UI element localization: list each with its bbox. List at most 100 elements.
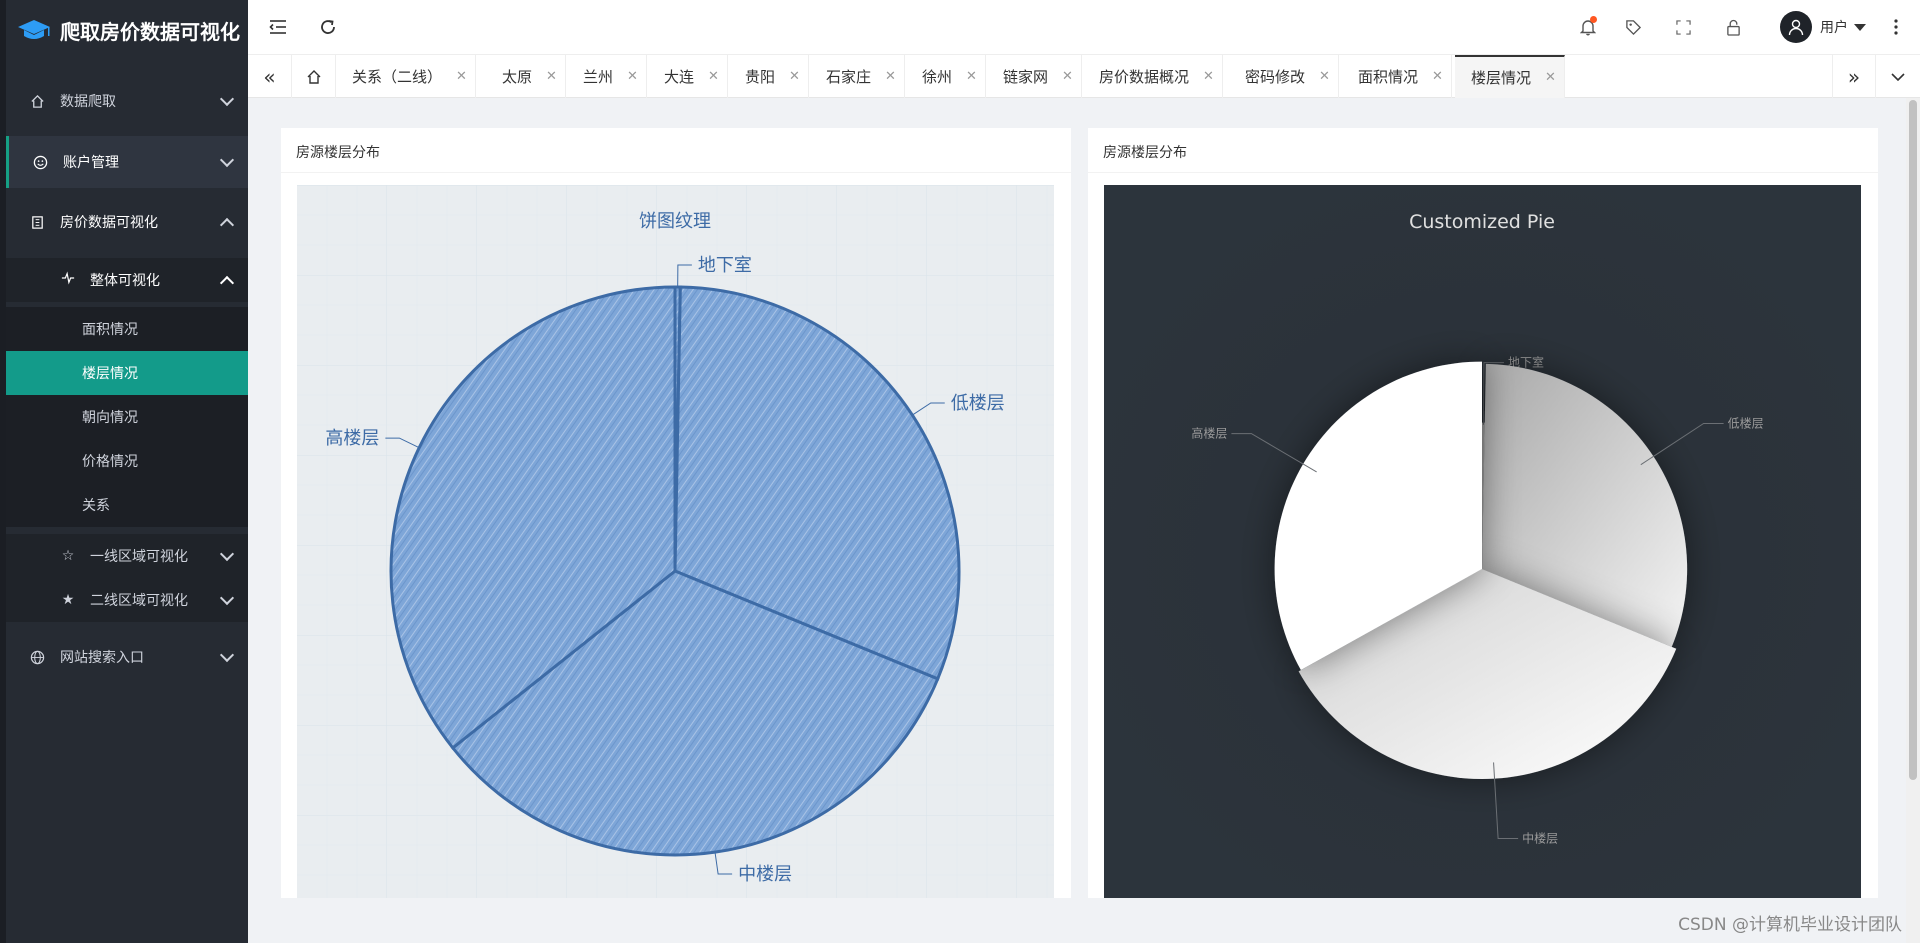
- close-icon[interactable]: ✕: [1203, 69, 1214, 84]
- menu-fold-icon[interactable]: [263, 12, 293, 42]
- watermark: CSDN @计算机毕业设计团队: [1678, 915, 1902, 935]
- card-divider: [281, 172, 1071, 173]
- tab-label: 贵阳: [745, 68, 776, 86]
- tab-item[interactable]: 房价数据概况 ✕: [1083, 55, 1223, 98]
- sidebar-subitem-price[interactable]: 价格情况: [6, 439, 248, 483]
- tab-item-current[interactable]: 楼层情况 ✕: [1455, 55, 1565, 98]
- refresh-icon[interactable]: [313, 12, 343, 42]
- card-divider: [1088, 172, 1878, 173]
- tab-scroll-left-icon[interactable]: «: [248, 55, 292, 98]
- smile-icon: [31, 153, 49, 171]
- close-icon[interactable]: ✕: [885, 69, 896, 84]
- tab-label: 链家网: [1003, 68, 1049, 86]
- tab-item[interactable]: 贵阳 ✕: [729, 55, 809, 98]
- more-vertical-icon[interactable]: [1876, 19, 1916, 35]
- sidebar-group-tier2[interactable]: ★ 二线区域可视化: [6, 578, 248, 622]
- user-menu[interactable]: 用户: [1780, 11, 1866, 43]
- chevron-down-icon: [219, 91, 235, 107]
- tab-label: 太原: [502, 68, 533, 86]
- fullscreen-icon[interactable]: [1658, 19, 1708, 35]
- chart-area: Customized Pie 地下室 低楼层 中楼层 高楼层: [1104, 185, 1861, 898]
- chevron-up-icon: [219, 217, 235, 233]
- tab-label: 密码修改: [1245, 68, 1306, 86]
- close-icon[interactable]: ✕: [1432, 69, 1443, 84]
- sidebar-item-account[interactable]: 账户管理: [6, 136, 248, 188]
- top-header: 用户: [248, 0, 1920, 54]
- close-icon[interactable]: ✕: [456, 69, 467, 84]
- lock-icon[interactable]: [1708, 19, 1758, 36]
- chart-title: 饼图纹理: [639, 211, 711, 232]
- tab-item[interactable]: 面积情况 ✕: [1342, 55, 1452, 98]
- user-name: 用户: [1820, 20, 1848, 36]
- chevron-down-icon: [219, 647, 235, 663]
- card-title: 房源楼层分布: [296, 145, 380, 161]
- sidebar-group-overall[interactable]: 整体可视化: [6, 258, 248, 302]
- close-icon[interactable]: ✕: [546, 69, 557, 84]
- notification-dot: [1590, 16, 1597, 23]
- scrollbar-thumb[interactable]: [1909, 100, 1917, 780]
- tab-item[interactable]: 徐州 ✕: [906, 55, 986, 98]
- pulse-icon: [60, 271, 76, 289]
- sidebar-subitem-label: 价格情况: [82, 454, 138, 470]
- sidebar-subitem-label: 楼层情况: [82, 366, 138, 382]
- chart-area: 饼图纹理 地下室 低楼层 中楼层 高楼层: [297, 185, 1054, 898]
- sidebar-subitem-orientation[interactable]: 朝向情况: [6, 395, 248, 439]
- tab-bar: « 关系（二线） ✕ 太原 ✕ 兰州 ✕ 大连 ✕ 贵阳 ✕ 石家庄 ✕ 徐州 ✕ 链家网 ✕ …: [248, 54, 1920, 98]
- close-icon[interactable]: ✕: [1545, 70, 1556, 85]
- tab-item[interactable]: 太原 ✕: [486, 55, 566, 98]
- slice-label: 高楼层: [1191, 426, 1227, 441]
- tab-item[interactable]: 大连 ✕: [648, 55, 728, 98]
- tab-label: 面积情况: [1358, 68, 1419, 86]
- tab-scroll-right-icon[interactable]: »: [1832, 55, 1876, 98]
- sidebar-item-site-search[interactable]: 网站搜索入口: [6, 631, 248, 683]
- sidebar-subitem-label: 朝向情况: [82, 410, 138, 426]
- tab-label: 兰州: [583, 68, 614, 86]
- tab-item[interactable]: 关系（二线） ✕: [336, 55, 476, 98]
- bell-icon[interactable]: [1568, 16, 1608, 36]
- home-icon: [28, 92, 46, 110]
- caret-down-icon: [1854, 23, 1866, 31]
- home-tab-icon[interactable]: [292, 55, 336, 98]
- chevron-down-icon: [219, 546, 235, 562]
- building-icon: [28, 213, 46, 231]
- tab-item[interactable]: 链家网 ✕: [987, 55, 1082, 98]
- sidebar-group-label: 一线区域可视化: [90, 549, 188, 565]
- chevron-up-icon: [219, 275, 235, 291]
- sidebar-item-label: 网站搜索入口: [60, 650, 144, 666]
- page-scrollbar[interactable]: [1906, 98, 1920, 943]
- sidebar-group-tier1[interactable]: ☆ 一线区域可视化: [6, 534, 248, 578]
- pie-chart-textured: 饼图纹理地下室低楼层中楼层 高楼层: [297, 185, 1054, 898]
- tab-item[interactable]: 密码修改 ✕: [1229, 55, 1339, 98]
- tag-icon[interactable]: [1608, 19, 1658, 36]
- app-logo[interactable]: 爬取房价数据可视化: [16, 10, 240, 50]
- sidebar-item-house-viz[interactable]: 房价数据可视化: [6, 196, 248, 248]
- chevron-down-icon: [219, 152, 235, 168]
- slice-label: 地下室: [698, 255, 752, 276]
- app-title: 爬取房价数据可视化: [60, 19, 240, 44]
- sidebar-subitem-relation[interactable]: 关系: [6, 483, 248, 527]
- tab-item[interactable]: 兰州 ✕: [567, 55, 647, 98]
- sidebar-item-label: 数据爬取: [60, 94, 116, 110]
- sidebar-subitem-area[interactable]: 面积情况: [6, 307, 248, 351]
- chart-card-left: 房源楼层分布 饼图纹理 地下室 低楼层 中楼层 高楼层: [281, 128, 1071, 898]
- graduation-cap-icon: [18, 20, 50, 39]
- star-outline-icon: ☆: [61, 548, 75, 564]
- close-icon[interactable]: ✕: [1319, 69, 1330, 84]
- sidebar-subitem-label: 关系: [82, 498, 110, 514]
- tab-label: 石家庄: [826, 68, 872, 86]
- close-icon[interactable]: ✕: [789, 69, 800, 84]
- sidebar-item-data-crawl[interactable]: 数据爬取: [6, 75, 248, 127]
- close-icon[interactable]: ✕: [1062, 69, 1073, 84]
- close-icon[interactable]: ✕: [627, 69, 638, 84]
- sidebar-group-label: 二线区域可视化: [90, 593, 188, 609]
- sidebar-subitem-floor[interactable]: 楼层情况: [6, 351, 248, 395]
- close-icon[interactable]: ✕: [966, 69, 977, 84]
- tab-item[interactable]: 石家庄 ✕: [810, 55, 905, 98]
- chevron-down-icon: [219, 590, 235, 606]
- tab-dropdown-icon[interactable]: [1876, 55, 1920, 98]
- tab-label: 徐州: [922, 68, 953, 86]
- slice-label: 高楼层: [325, 428, 379, 449]
- close-icon[interactable]: ✕: [708, 69, 719, 84]
- slice-label: 中楼层: [1522, 831, 1558, 846]
- slice-label: 低楼层: [951, 393, 1005, 414]
